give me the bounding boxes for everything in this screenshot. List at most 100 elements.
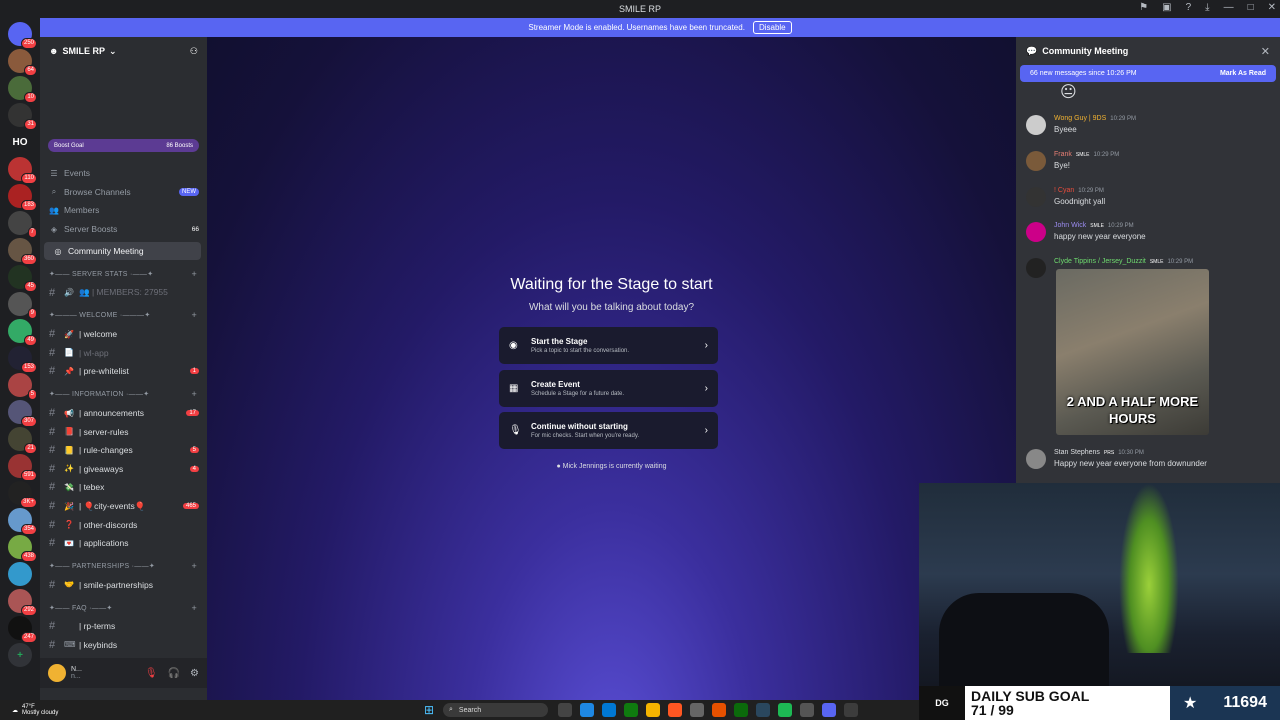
server-icon[interactable]: 10 — [8, 76, 37, 103]
avatar[interactable] — [1026, 187, 1046, 207]
server-icon[interactable]: 7 — [8, 211, 37, 238]
add-channel-icon[interactable]: + — [191, 561, 197, 571]
server-icon[interactable]: 247 — [8, 616, 37, 643]
add-channel-icon[interactable]: + — [191, 389, 197, 399]
channel-item[interactable]: # ⌨ | keybinds — [40, 636, 207, 655]
author-name[interactable]: Frank — [1054, 151, 1072, 158]
server-icon[interactable]: 49 — [8, 319, 37, 346]
server-icon[interactable]: 9 — [8, 292, 37, 319]
avatar[interactable] — [1026, 222, 1046, 242]
server-icon[interactable]: 250 — [8, 22, 37, 49]
close-chat-icon[interactable]: ✕ — [1261, 45, 1270, 58]
author-name[interactable]: Wong Guy | 9DS — [1054, 115, 1106, 122]
channel-item[interactable]: # 💸 | tebex — [40, 478, 207, 497]
maximize-button[interactable]: □ — [1248, 2, 1254, 13]
server-icon[interactable]: 183 — [8, 184, 37, 211]
channel-item[interactable]: # 💌 | applications — [40, 534, 207, 553]
windows-start-icon[interactable]: ⊞ — [424, 703, 434, 717]
channel-item[interactable]: # 🤝 | smile-partnerships — [40, 576, 207, 595]
add-server-icon[interactable]: + — [8, 643, 32, 667]
avatar[interactable] — [1026, 258, 1046, 278]
mute-icon[interactable]: 🎙 — [145, 668, 158, 679]
server-icon[interactable]: 360 — [8, 238, 37, 265]
channel-item[interactable]: # 📄 | wl-app — [40, 344, 207, 363]
avatar[interactable] — [1026, 151, 1046, 171]
boost-goal-bar[interactable]: Boost Goal 86 Boosts — [48, 139, 199, 152]
server-icon[interactable]: 307 — [8, 400, 37, 427]
channel-category[interactable]: ✦—— SERVER STATS ·——✦ + — [40, 264, 207, 283]
taskbar-app-icon[interactable] — [646, 703, 660, 717]
server-icon[interactable]: 5 — [8, 373, 37, 400]
headphones-icon[interactable]: 🎧 — [168, 668, 180, 679]
server-icon[interactable]: 110 — [8, 157, 37, 184]
channel-item[interactable]: # 📕 | server-rules — [40, 422, 207, 441]
nav-item-server-boosts[interactable]: ◈ Server Boosts 66 — [40, 220, 207, 239]
taskbar-app-icon[interactable] — [580, 703, 594, 717]
server-icon[interactable]: HO — [8, 130, 32, 154]
chat-message[interactable]: ! Cyan 10:29 PM Goodnight yall — [1026, 187, 1105, 207]
taskbar-app-icon[interactable] — [822, 703, 836, 717]
taskbar-search[interactable]: ⌕ Search — [443, 703, 548, 717]
channel-community-meeting[interactable]: ◎ Community Meeting — [44, 242, 201, 261]
invite-icon[interactable]: ⚇ — [190, 46, 198, 57]
taskbar-app-icon[interactable] — [844, 703, 858, 717]
taskbar-app-icon[interactable] — [734, 703, 748, 717]
add-channel-icon[interactable]: + — [191, 269, 197, 279]
channel-category[interactable]: ✦—— FAQ ·——✦ + — [40, 598, 207, 617]
channel-item[interactable]: # 📌 | pre-whitelist 1 — [40, 362, 207, 381]
server-icon[interactable]: 64 — [8, 49, 37, 76]
author-name[interactable]: ! Cyan — [1054, 187, 1074, 194]
server-icon[interactable]: 45 — [8, 265, 37, 292]
close-button[interactable]: ✕ — [1268, 2, 1276, 13]
channel-item[interactable]: # ✨ | giveaways 4 — [40, 460, 207, 479]
taskbar-app-icon[interactable] — [602, 703, 616, 717]
chat-message[interactable]: Wong Guy | 9DS 10:29 PM Byeee — [1026, 115, 1136, 135]
avatar[interactable] — [1026, 115, 1046, 135]
inbox-icon[interactable]: ⚑ — [1139, 2, 1148, 13]
author-name[interactable]: Clyde Tippins / Jersey_Duzzit — [1054, 258, 1146, 265]
channel-item[interactable]: # ❓ | other-discords — [40, 515, 207, 534]
taskbar-app-icon[interactable] — [624, 703, 638, 717]
channel-item[interactable]: # | rp-terms — [40, 617, 207, 636]
help-icon[interactable]: ? — [1186, 2, 1192, 13]
channel-category[interactable]: ✦—— Partnerships ·——✦ + — [40, 557, 207, 576]
server-icon[interactable]: 292 — [8, 589, 37, 616]
avatar[interactable] — [48, 664, 66, 682]
taskbar-app-icon[interactable] — [800, 703, 814, 717]
chat-message[interactable]: Frank SMLE 10:29 PM Bye! — [1026, 151, 1119, 171]
channel-item[interactable]: # 📒 | rule-changes 5 — [40, 441, 207, 460]
server-icon[interactable]: 438 — [8, 535, 37, 562]
taskbar-app-icon[interactable] — [690, 703, 704, 717]
nav-item-browse-channels[interactable]: ⌕ Browse Channels NEW — [40, 183, 207, 202]
stage-option-2[interactable]: 🎙 Continue without starting For mic checks… — [499, 412, 718, 449]
chat-message[interactable]: John Wick SMLE 10:29 PM happy new year ever… — [1026, 222, 1146, 242]
screen-icon[interactable]: ▣ — [1162, 2, 1171, 13]
server-icon[interactable]: 31 — [8, 103, 37, 130]
channel-item[interactable]: # 📢 | announcements 17 — [40, 404, 207, 423]
server-icon[interactable]: 591 — [8, 454, 37, 481]
server-icon[interactable]: 3K+ — [8, 481, 37, 508]
taskbar-app-icon[interactable] — [756, 703, 770, 717]
download-icon[interactable]: ⤓ — [1205, 2, 1209, 13]
server-icon[interactable]: 153 — [8, 346, 37, 373]
server-icon[interactable]: 21 — [8, 427, 37, 454]
taskbar-app-icon[interactable] — [558, 703, 572, 717]
author-name[interactable]: John Wick — [1054, 222, 1086, 229]
channel-item[interactable]: # 🚀 | welcome — [40, 325, 207, 344]
mark-as-read-button[interactable]: Mark As Read — [1220, 70, 1266, 77]
weather-widget[interactable]: ☁ 47°F Mostly cloudy — [0, 704, 58, 716]
channel-item[interactable]: # 🔊 👥 | MEMBERS: 27955 — [40, 283, 207, 302]
chat-message[interactable]: Stan Stephens PRS 10:30 PM Happy new year e… — [1026, 449, 1207, 469]
server-header[interactable]: ☻ SMILE RP ⌄ ⚇ — [40, 37, 207, 65]
add-channel-icon[interactable]: + — [191, 603, 197, 613]
avatar[interactable] — [1026, 449, 1046, 469]
channel-category[interactable]: ✦——— WELCOME ·———✦ + — [40, 306, 207, 325]
nav-item-events[interactable]: ☰ Events — [40, 164, 207, 183]
minimize-button[interactable]: — — [1224, 2, 1234, 13]
taskbar-app-icon[interactable] — [668, 703, 682, 717]
disable-button[interactable]: Disable — [752, 21, 792, 34]
stage-option-0[interactable]: ◉ Start the Stage Pick a topic to start th… — [499, 327, 718, 364]
channel-category[interactable]: ✦—— Information ·——✦ + — [40, 385, 207, 404]
server-icon[interactable] — [8, 562, 32, 586]
taskbar-app-icon[interactable] — [778, 703, 792, 717]
